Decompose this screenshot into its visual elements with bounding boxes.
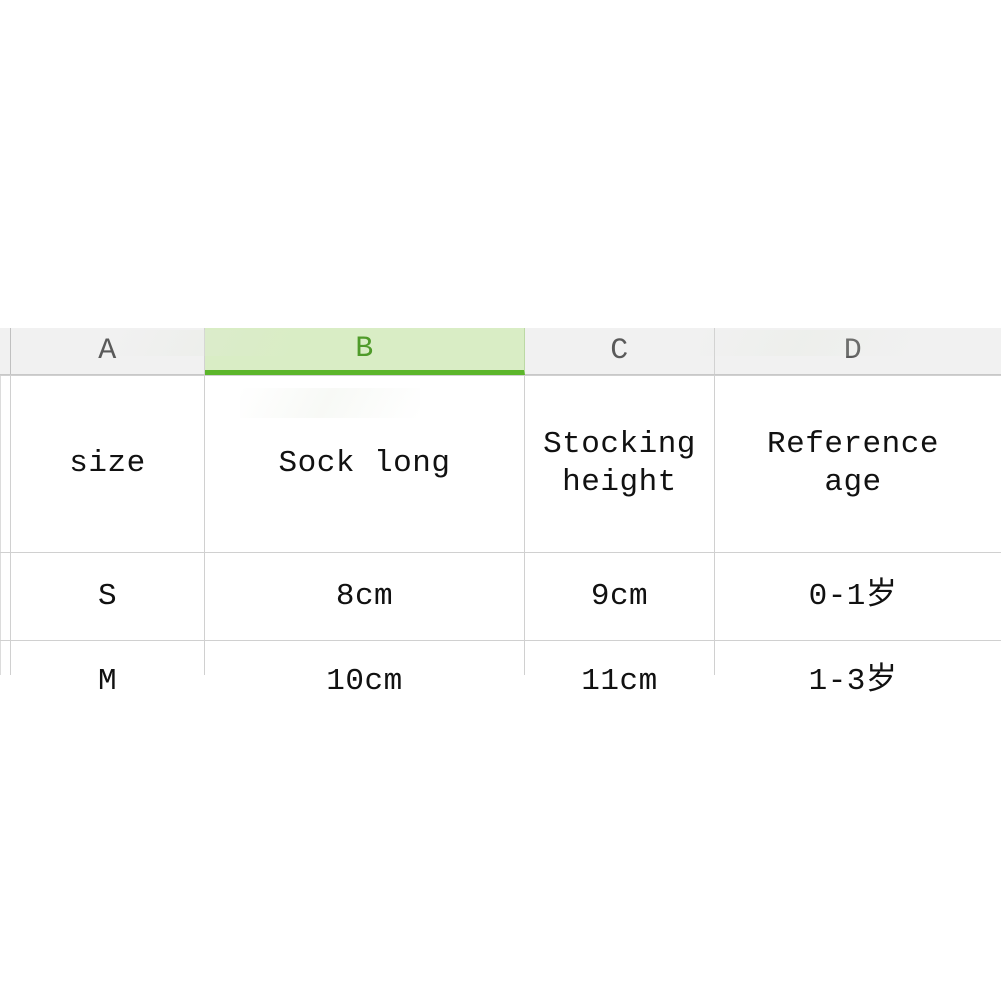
cell-c1-stocking-height[interactable]: Stocking height [525,376,714,552]
cell-a2-size-value[interactable]: S [11,553,204,640]
cell-d2-reference-age-value[interactable]: 0-1岁 [715,553,991,640]
cell-c2-stocking-height-value[interactable]: 9cm [525,553,714,640]
gridline-vertical-left-edge [0,375,1,675]
column-header-row: A B C D [0,328,1001,375]
select-all-corner[interactable] [0,328,11,374]
screenshot-canvas: A B C D size Sock long Stocking height R… [0,0,1001,1001]
cell-a3-size-value[interactable]: M [11,641,204,723]
cell-c3-stocking-height-value[interactable]: 11cm [525,641,714,723]
cell-b1-sock-long[interactable]: Sock long [205,376,524,552]
column-header-c[interactable]: C [525,328,715,374]
grid-body: size Sock long Stocking height Reference… [0,375,1001,699]
cell-a1-size[interactable]: size [11,376,204,552]
column-header-d[interactable]: D [715,328,991,374]
spreadsheet-region: A B C D size Sock long Stocking height R… [0,328,1001,699]
cell-d1-reference-age[interactable]: Reference age [715,376,991,552]
column-header-b[interactable]: B [205,328,525,375]
cell-b3-sock-long-value[interactable]: 10cm [205,641,524,723]
cell-d3-reference-age-value[interactable]: 1-3岁 [715,641,991,723]
cell-b2-sock-long-value[interactable]: 8cm [205,553,524,640]
column-header-a[interactable]: A [11,328,205,374]
